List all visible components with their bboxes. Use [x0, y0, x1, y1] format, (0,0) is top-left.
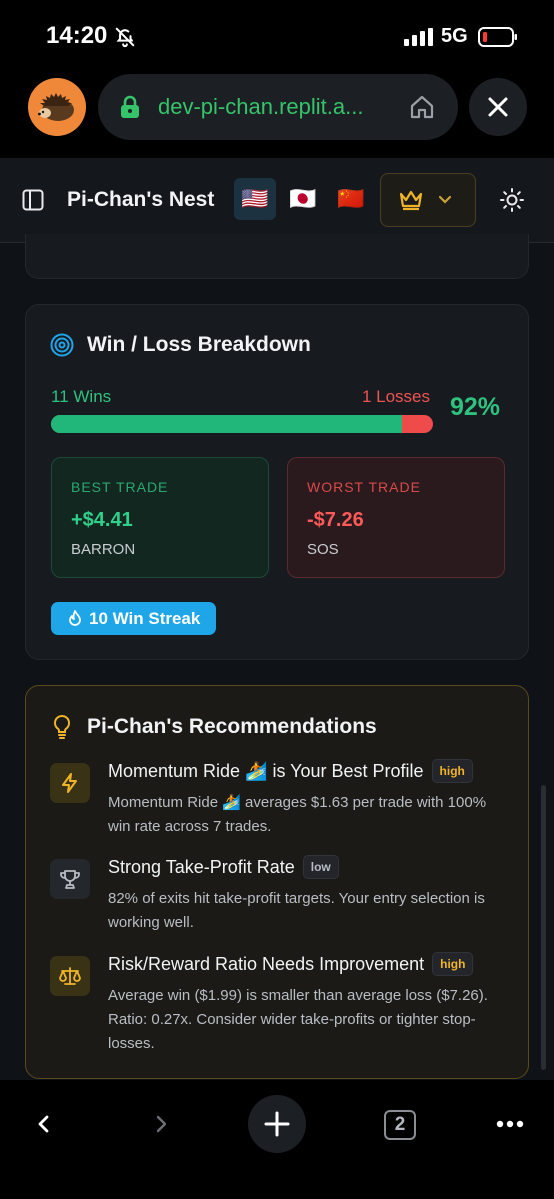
- bell-off-icon: [115, 27, 135, 48]
- worst-trade-symbol: SOS: [307, 541, 339, 558]
- rec-title: Risk/Reward Ratio Needs Improvement: [108, 953, 425, 974]
- language-jp-button[interactable]: 🇯🇵: [282, 178, 324, 220]
- worst-trade-box: WORST TRADE -$7.26 SOS: [287, 457, 505, 578]
- hedgehog-icon: [38, 93, 74, 121]
- target-icon: [50, 333, 74, 357]
- priority-badge: high: [432, 952, 474, 976]
- previous-card: [25, 234, 529, 279]
- us-flag-icon: 🇺🇸: [241, 186, 269, 211]
- win-rate: 92%: [450, 393, 501, 421]
- plan-dropdown[interactable]: [380, 173, 476, 227]
- recommendations-title: Pi-Chan's Recommendations: [87, 715, 377, 738]
- sun-icon[interactable]: [500, 188, 524, 212]
- battery-icon: [478, 27, 517, 47]
- priority-badge: low: [302, 855, 339, 879]
- clock: 14:20: [46, 22, 108, 49]
- cn-flag-icon: 🇨🇳: [337, 186, 365, 211]
- rec-icon-box: [50, 956, 90, 996]
- rec-description: Average win ($1.99) is smaller than aver…: [108, 987, 488, 1052]
- best-trade-symbol: BARRON: [71, 541, 136, 558]
- rec-title: Momentum Ride 🏄 is Your Best Profile: [108, 760, 424, 781]
- worst-trade-label: WORST TRADE: [307, 479, 421, 495]
- app-title: Pi-Chan's Nest: [67, 188, 215, 211]
- language-cn-button[interactable]: 🇨🇳: [330, 178, 372, 220]
- forward-arrow-icon[interactable]: [150, 1113, 172, 1135]
- language-us-button[interactable]: 🇺🇸: [234, 178, 276, 220]
- win-streak-badge: 10 Win Streak: [51, 602, 217, 635]
- best-trade-value: +$4.41: [71, 509, 133, 531]
- browser-bottom-nav: 2: [0, 1080, 554, 1199]
- lock-icon: [121, 95, 139, 118]
- win-loss-card: Win / Loss Breakdown 11 Wins 1 Losses 92…: [25, 304, 529, 660]
- trophy-icon: [60, 870, 80, 889]
- plus-icon: [264, 1111, 290, 1137]
- close-icon: [488, 97, 508, 117]
- status-bar: 14:20 5G: [0, 0, 554, 72]
- new-tab-button[interactable]: [248, 1095, 306, 1153]
- best-trade-box: BEST TRADE +$4.41 BARRON: [51, 457, 269, 578]
- signal-icon: [404, 28, 433, 46]
- recommendations-card: Pi-Chan's Recommendations Momentum Ride …: [25, 685, 529, 1079]
- flame-icon: [69, 610, 81, 626]
- rec-title: Strong Take-Profit Rate: [108, 856, 295, 877]
- close-tab-button[interactable]: [469, 78, 527, 136]
- crown-icon: [399, 190, 423, 211]
- losses-label: 1 Losses: [361, 387, 430, 406]
- avatar[interactable]: [28, 78, 86, 136]
- jp-flag-icon: 🇯🇵: [289, 186, 317, 211]
- sidebar-toggle-icon[interactable]: [22, 189, 44, 211]
- win-loss-bar-fill: [51, 415, 403, 433]
- worst-trade-value: -$7.26: [307, 509, 364, 531]
- more-options-icon[interactable]: [496, 1120, 524, 1128]
- win-loss-title: Win / Loss Breakdown: [87, 333, 311, 356]
- browser-toolbar: dev-pi-chan.replit.a...: [0, 72, 554, 158]
- rec-description: Momentum Ride 🏄 averages $1.63 per trade…: [108, 794, 487, 835]
- win-streak-text: 10 Win Streak: [89, 608, 201, 628]
- rec-description: 82% of exits hit take-profit targets. Yo…: [108, 890, 485, 931]
- rec-icon-box: [50, 763, 90, 803]
- network-type: 5G: [441, 25, 468, 47]
- wins-label: 11 Wins: [51, 387, 112, 406]
- home-icon[interactable]: [408, 93, 436, 121]
- tab-count-button[interactable]: 2: [384, 1110, 416, 1140]
- app-header: Pi-Chan's Nest 🇺🇸 🇯🇵 🇨🇳: [0, 158, 554, 243]
- rec-icon-box: [50, 859, 90, 899]
- priority-badge: high: [431, 759, 473, 783]
- url-text: dev-pi-chan.replit.a...: [158, 94, 364, 119]
- back-arrow-icon[interactable]: [33, 1113, 55, 1135]
- address-bar[interactable]: dev-pi-chan.replit.a...: [98, 74, 458, 140]
- lightning-icon: [62, 773, 77, 793]
- scale-icon: [59, 967, 81, 985]
- chevron-down-icon: [438, 195, 452, 204]
- win-loss-bar: [51, 415, 433, 433]
- best-trade-label: BEST TRADE: [71, 479, 169, 495]
- scrollbar[interactable]: [541, 785, 546, 1070]
- lightbulb-icon: [53, 714, 71, 739]
